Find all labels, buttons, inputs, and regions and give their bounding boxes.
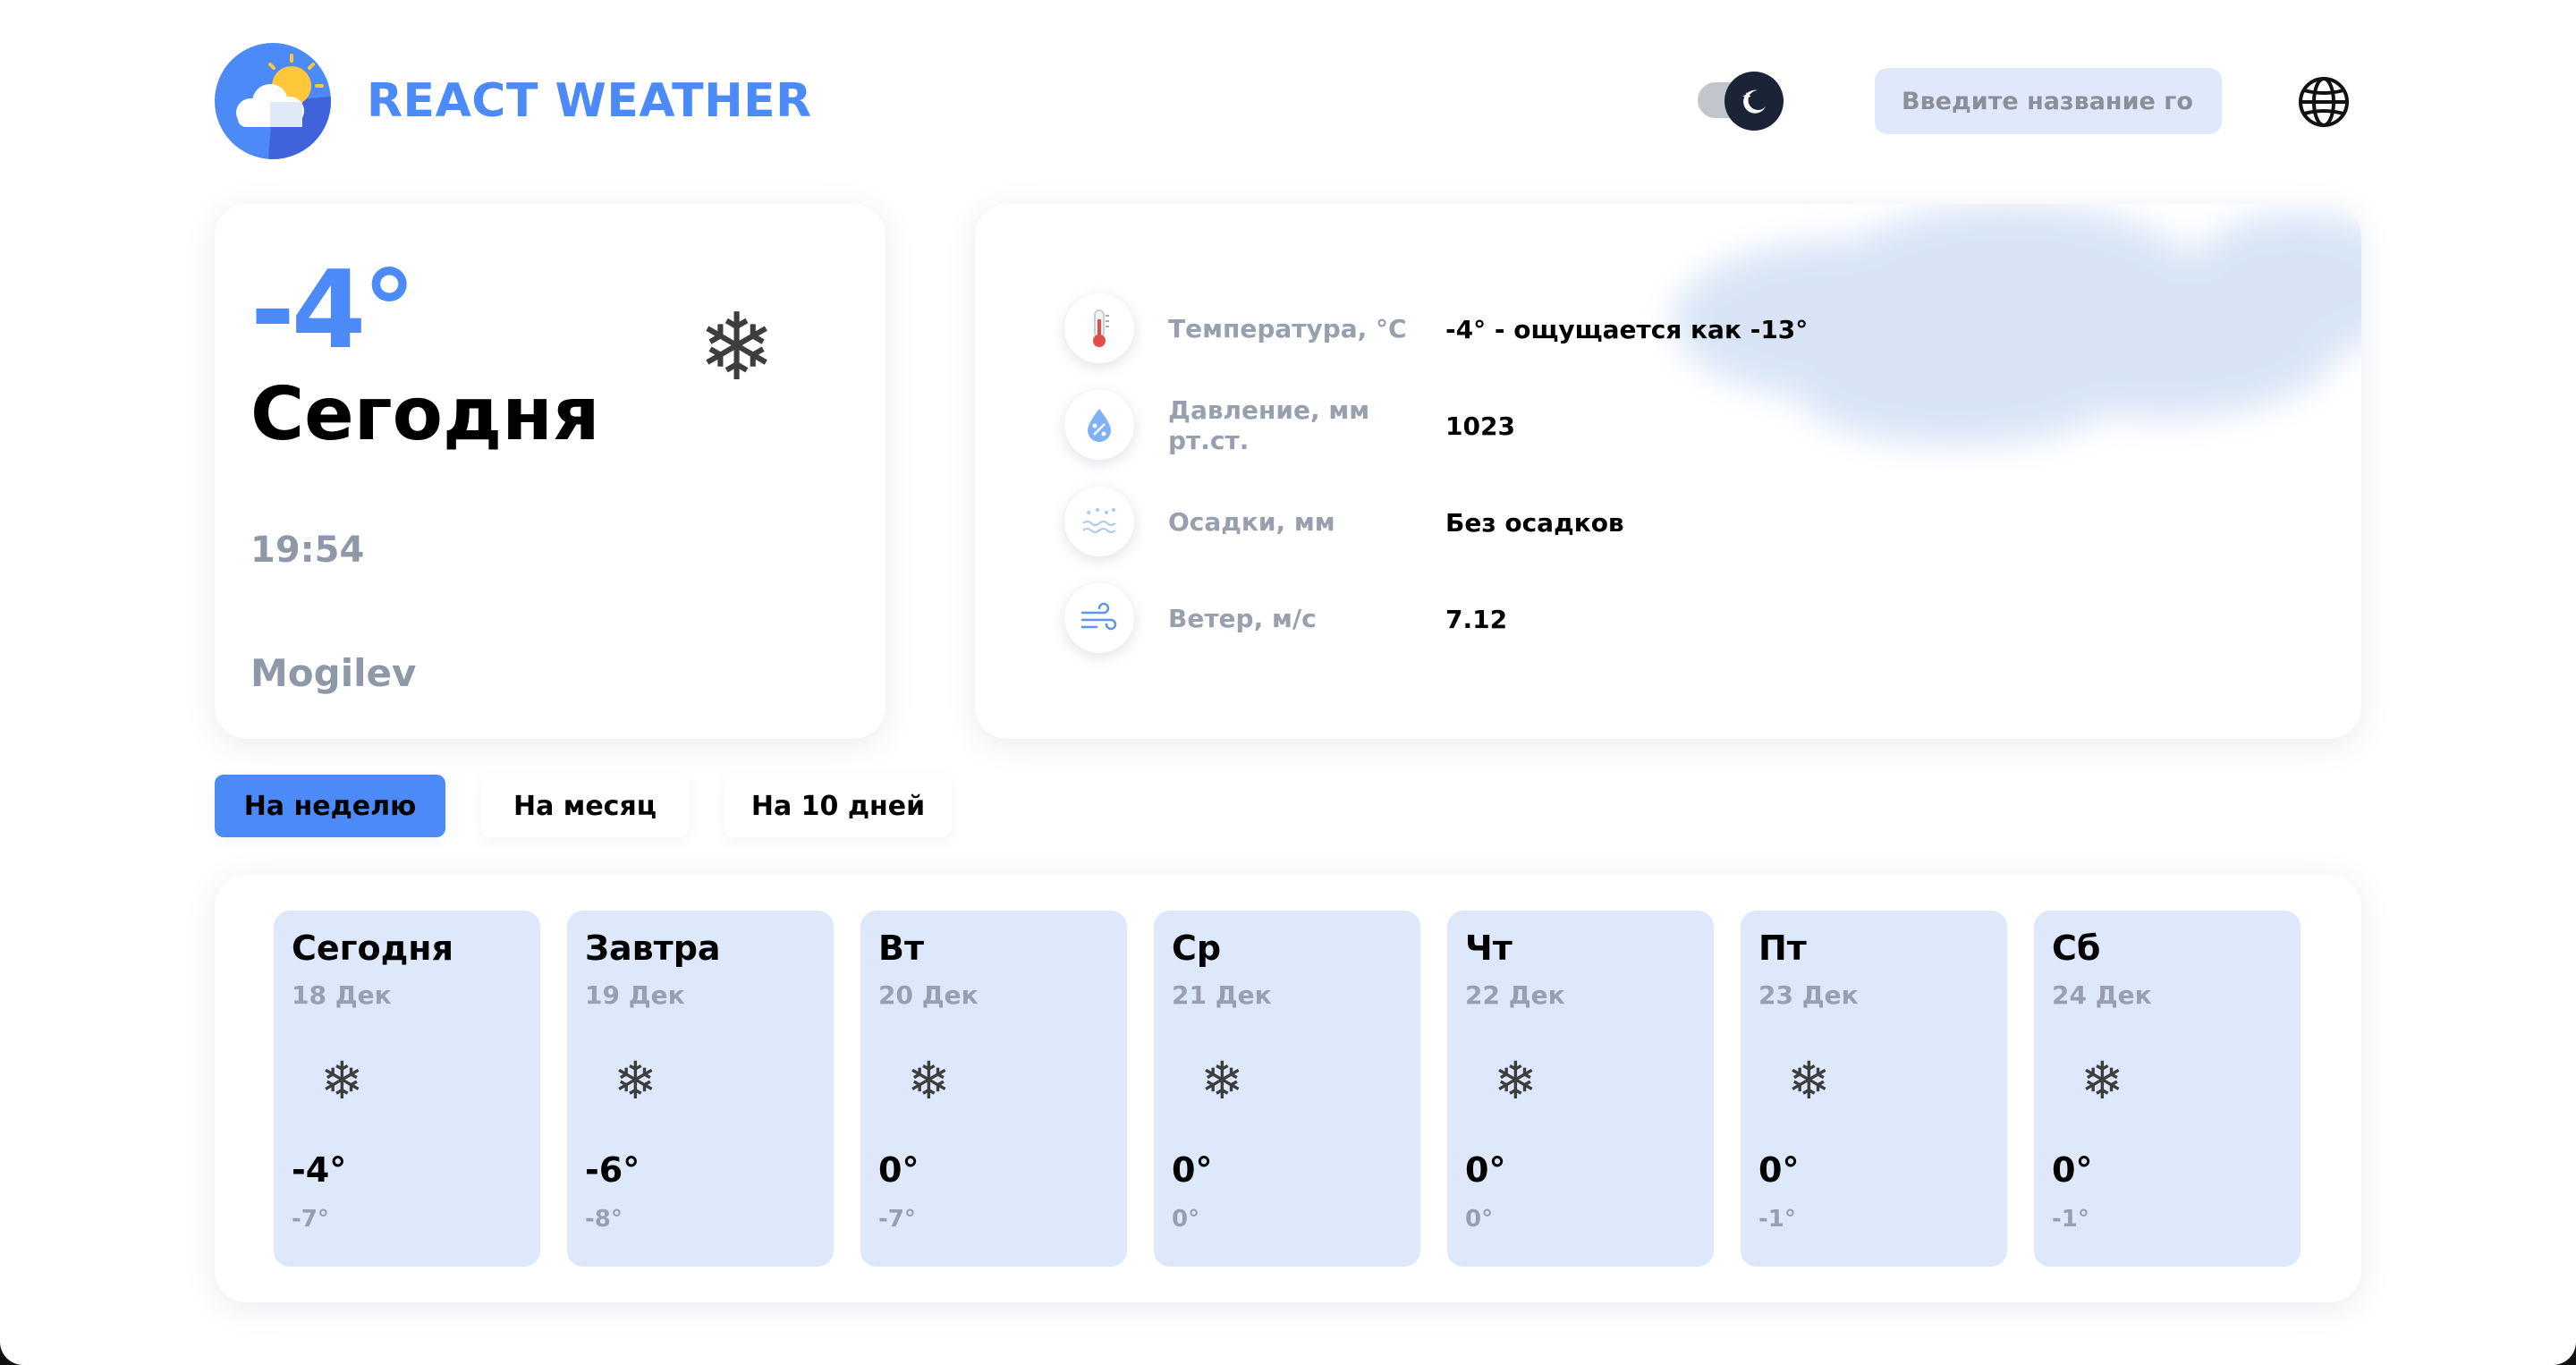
day-min-temp: -1°	[1758, 1206, 1796, 1233]
forecast-day-card[interactable]: Пт 23 Дек ❄ 0° -1°	[1741, 911, 2007, 1267]
logo-icon	[215, 43, 331, 159]
forecast-panel: Сегодня 18 Дек ❄ -4° -7° Завтра 19 Дек ❄…	[215, 875, 2361, 1302]
current-time: 19:54	[250, 530, 365, 571]
day-name: Завтра	[585, 928, 721, 968]
day-date: 21 Дек	[1172, 980, 1272, 1010]
thermometer-icon	[1064, 293, 1134, 363]
tab-month[interactable]: На месяц	[481, 775, 689, 837]
snowflake-icon: ❄	[320, 1050, 364, 1111]
forecast-day-card[interactable]: Сб 24 Дек ❄ 0° -1°	[2034, 911, 2301, 1267]
forecast-day-card[interactable]: Ср 21 Дек ❄ 0° 0°	[1154, 911, 1420, 1267]
day-name: Чт	[1465, 928, 1513, 968]
detail-label: Ветер, м/с	[1168, 604, 1317, 633]
forecast-day-card[interactable]: Сегодня 18 Дек ❄ -4° -7°	[274, 911, 540, 1267]
app-title: REACT WEATHER	[367, 74, 812, 128]
detail-row-precipitation: Осадки, мм Без осадков	[1064, 487, 2317, 558]
day-name: Сегодня	[292, 928, 453, 968]
city-search-input[interactable]	[1875, 68, 2222, 134]
detail-value: Без осадков	[1445, 507, 1624, 538]
day-min-temp: -1°	[2052, 1206, 2089, 1233]
snowflake-icon: ❄	[698, 292, 776, 402]
day-min-temp: -7°	[292, 1206, 329, 1233]
day-date: 18 Дек	[292, 980, 392, 1010]
today-title: Сегодня	[250, 372, 600, 457]
detail-label: Давление, мм рт.ст.	[1168, 395, 1370, 455]
day-min-temp: 0°	[1465, 1206, 1494, 1233]
day-max-temp: 0°	[1172, 1150, 1213, 1190]
day-name: Ср	[1172, 928, 1222, 968]
day-date: 23 Дек	[1758, 980, 1859, 1010]
detail-label: Температура, °C	[1168, 314, 1407, 343]
day-max-temp: 0°	[878, 1150, 919, 1190]
day-name: Пт	[1758, 928, 1807, 968]
day-date: 19 Дек	[585, 980, 685, 1010]
today-card: -4° Сегодня ❄ 19:54 Mogilev	[215, 204, 886, 739]
tab-10-days[interactable]: На 10 дней	[724, 775, 952, 837]
day-min-temp: -8°	[585, 1206, 623, 1233]
snowflake-icon: ❄	[1200, 1050, 1244, 1111]
detail-value: 7.12	[1445, 604, 1508, 634]
moon-icon	[1742, 89, 1766, 114]
app-page: REACT WEATHER -4° Сегодня ❄ 19:54 Mogile…	[0, 0, 2576, 1365]
language-button[interactable]	[2297, 75, 2351, 129]
forecast-day-card[interactable]: Завтра 19 Дек ❄ -6° -8°	[567, 911, 834, 1267]
detail-row-pressure: Давление, мм рт.ст. 1023	[1064, 390, 2317, 462]
current-temperature: -4°	[250, 249, 416, 373]
day-date: 24 Дек	[2052, 980, 2152, 1010]
theme-toggle[interactable]	[1724, 72, 1784, 131]
day-name: Сб	[2052, 928, 2101, 968]
wind-icon	[1064, 583, 1134, 653]
precipitation-icon	[1064, 487, 1134, 556]
weather-details-card: Температура, °C -4° - ощущается как -13°…	[975, 204, 2361, 739]
day-min-temp: 0°	[1172, 1206, 1200, 1233]
city-name: Mogilev	[250, 651, 417, 695]
tab-week[interactable]: На неделю	[215, 775, 445, 837]
day-max-temp: 0°	[1465, 1150, 1506, 1190]
detail-row-wind: Ветер, м/с 7.12	[1064, 583, 2317, 655]
day-max-temp: -6°	[585, 1150, 640, 1190]
day-max-temp: 0°	[2052, 1150, 2093, 1190]
pressure-icon	[1064, 390, 1134, 460]
day-date: 20 Дек	[878, 980, 979, 1010]
app-logo[interactable]	[215, 43, 331, 159]
day-max-temp: -4°	[292, 1150, 347, 1190]
snowflake-icon: ❄	[907, 1050, 951, 1111]
day-min-temp: -7°	[878, 1206, 916, 1233]
day-max-temp: 0°	[1758, 1150, 1800, 1190]
day-name: Вт	[878, 928, 924, 968]
day-date: 22 Дек	[1465, 980, 1565, 1010]
snowflake-icon: ❄	[1787, 1050, 1831, 1111]
globe-icon	[2299, 77, 2349, 127]
detail-label: Осадки, мм	[1168, 507, 1335, 537]
snowflake-icon: ❄	[614, 1050, 657, 1111]
snowflake-icon: ❄	[2080, 1050, 2124, 1111]
detail-value: -4° - ощущается как -13°	[1445, 314, 1809, 344]
forecast-day-card[interactable]: Вт 20 Дек ❄ 0° -7°	[860, 911, 1127, 1267]
forecast-day-card[interactable]: Чт 22 Дек ❄ 0° 0°	[1447, 911, 1714, 1267]
detail-value: 1023	[1445, 411, 1515, 441]
snowflake-icon: ❄	[1494, 1050, 1538, 1111]
detail-row-temperature: Температура, °C -4° - ощущается как -13°	[1064, 293, 2317, 365]
